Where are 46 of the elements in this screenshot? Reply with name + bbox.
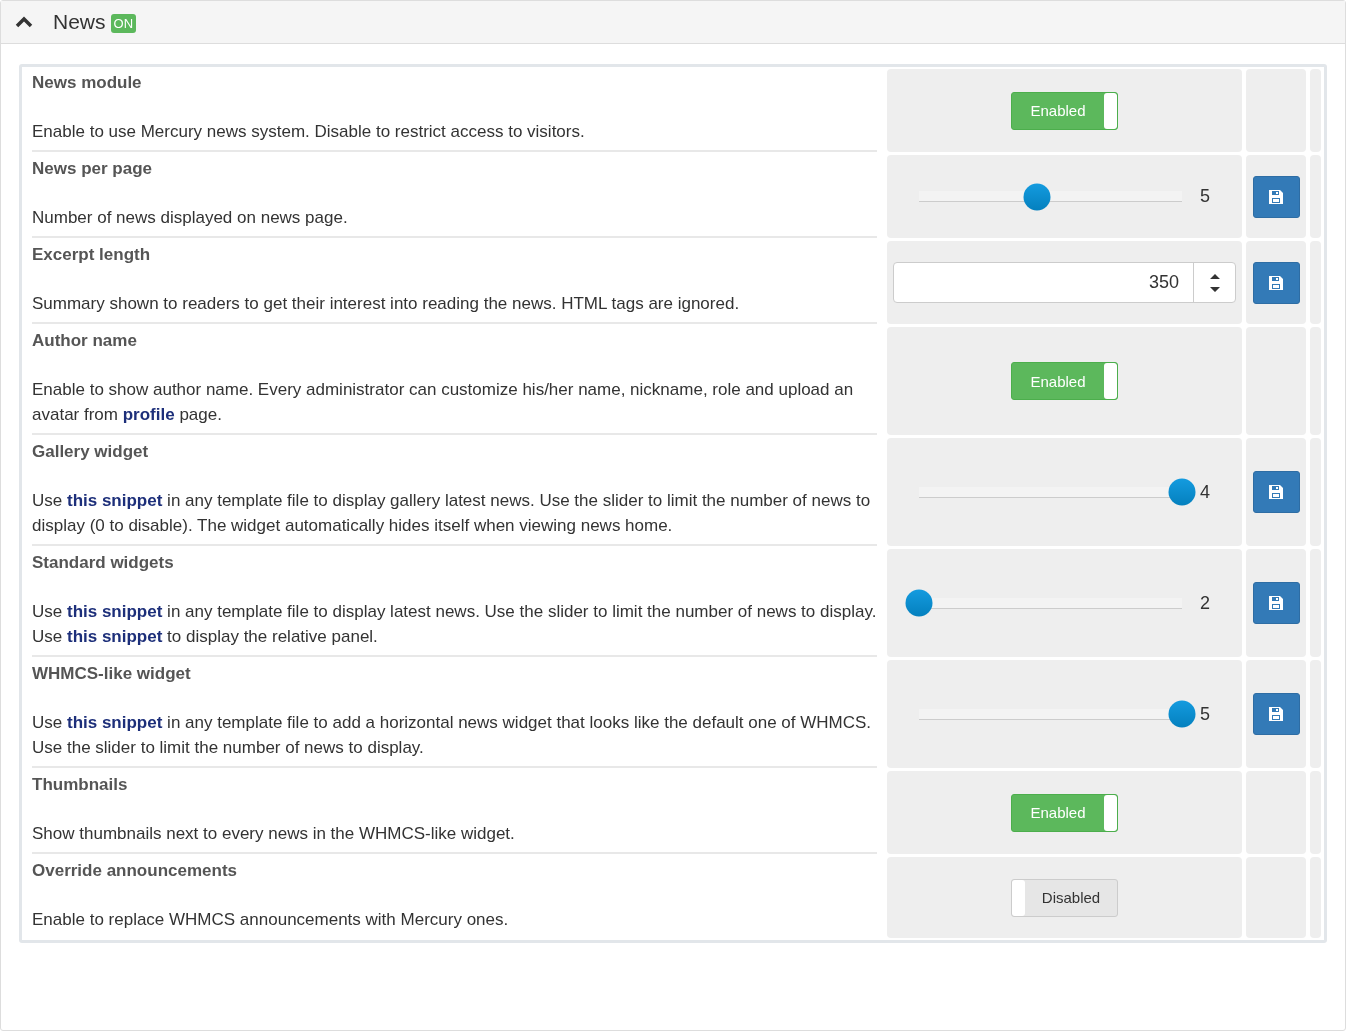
setting-description: Enable to use Mercury news system. Disable to restrict access to visitors.: [32, 121, 586, 143]
save-button[interactable]: [1252, 261, 1300, 304]
snippet-link[interactable]: this snippet: [66, 713, 163, 732]
save-icon[interactable]: [1268, 274, 1284, 291]
panel-title[interactable]: News: [53, 10, 106, 34]
slider-handle[interactable]: [1168, 700, 1196, 728]
slider-value: 4: [1200, 481, 1210, 503]
save-icon[interactable]: [1268, 484, 1284, 500]
setting-title: News per page: [32, 159, 153, 179]
slider-value: 5: [1200, 703, 1210, 725]
slider-value: 5: [1200, 186, 1210, 207]
setting-title: WHMCS-like widget: [32, 664, 192, 684]
setting-description: Show thumbnails next to every news in the WHMCS-like widget.: [32, 823, 516, 845]
save-icon[interactable]: [1268, 188, 1284, 205]
number-field[interactable]: 350: [893, 262, 1236, 303]
save-button[interactable]: [1252, 693, 1300, 735]
slider-value: 2: [1200, 592, 1210, 614]
slider-handle[interactable]: [1023, 183, 1051, 210]
setting-description: Use this snippet in any template file to display latest news. Use the slider to limit the number of news to display. Use this snippet to display the relative panel.: [32, 601, 877, 648]
setting-title: Override announcements: [32, 861, 238, 881]
setting-title: Excerpt length: [32, 245, 152, 265]
toggle-switch[interactable]: Disabled: [1011, 878, 1118, 917]
snippet-link[interactable]: this snippet: [66, 627, 163, 646]
setting-description: Use this snippet in any template file to add a horizontal news widget that looks like the default one of WHMCS. Use the slider to limit the number of news to display.: [32, 712, 873, 759]
save-button[interactable]: [1252, 175, 1300, 218]
setting-title: Thumbnails: [32, 775, 129, 795]
save-button[interactable]: [1252, 471, 1300, 513]
setting-title: Standard widgets: [32, 553, 175, 573]
status-badge: ON: [110, 14, 136, 33]
setting-description: Use this snippet in any template file to display gallery latest news. Use the slider to limit the number of news to display (0 to disable). The widget automatically hides itself when viewing news home.: [32, 490, 872, 537]
setting-title: Gallery widget: [32, 442, 150, 462]
save-icon[interactable]: [1268, 706, 1284, 722]
save-icon[interactable]: [1268, 595, 1284, 611]
setting-description: Number of news displayed on news page.: [32, 207, 349, 229]
setting-description: Summary shown to readers to get their interest into reading the news. HTML tags are ignored.: [32, 293, 741, 315]
snippet-link[interactable]: profile: [122, 405, 175, 424]
snippet-link[interactable]: this snippet: [66, 491, 163, 510]
setting-description: Enable to show author name. Every administrator can customize his/her name, nickname, role and upload an avatar from profile page.: [32, 379, 855, 426]
save-button[interactable]: [1252, 582, 1300, 624]
snippet-link[interactable]: this snippet: [66, 602, 163, 621]
chevron-up-icon[interactable]: [15, 16, 33, 28]
slider-handle[interactable]: [1168, 478, 1196, 506]
setting-title: News module: [32, 73, 143, 93]
setting-title: Author name: [32, 331, 138, 351]
slider-handle[interactable]: [905, 589, 933, 617]
setting-description: Enable to replace WHMCS announcements with Mercury ones.: [32, 909, 510, 931]
